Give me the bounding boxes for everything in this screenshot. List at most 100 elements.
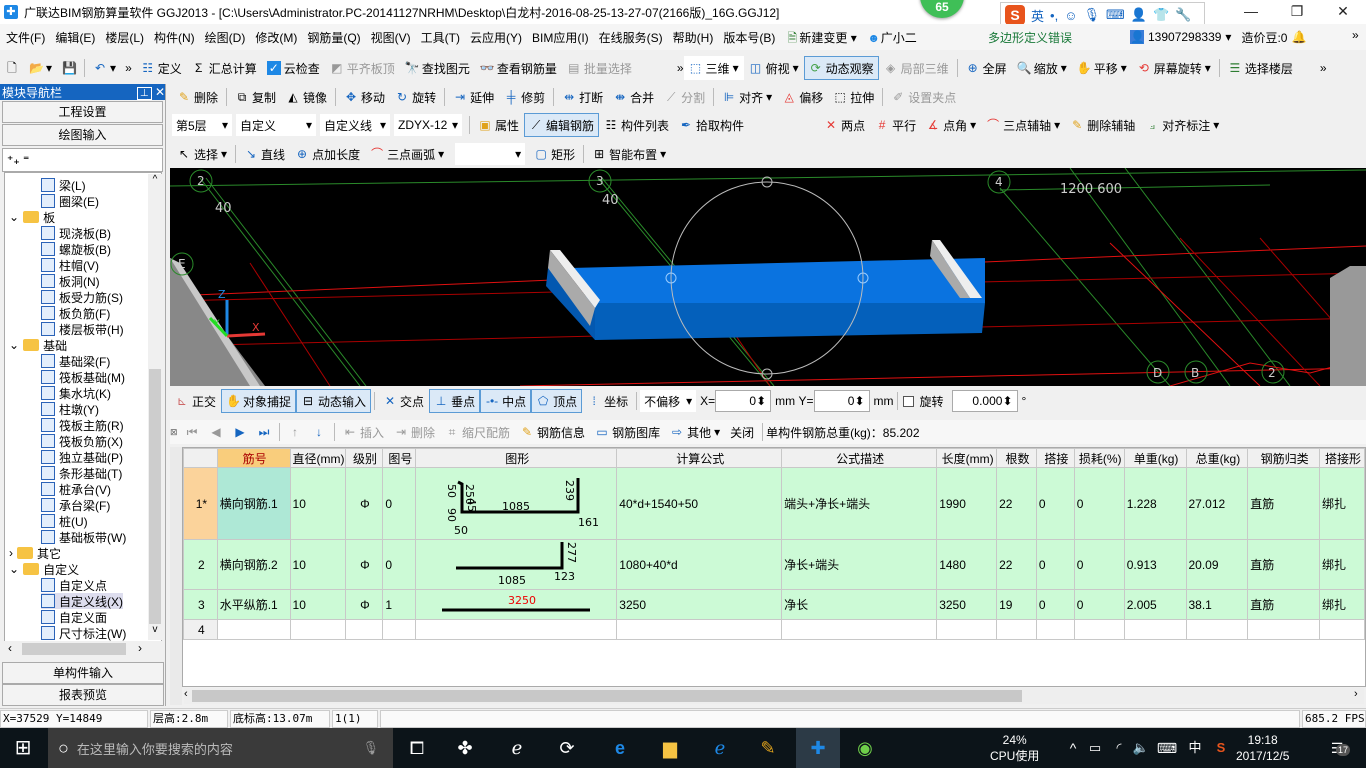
cell-lap-type[interactable]: 绑扎 xyxy=(1319,539,1365,590)
cell-loss[interactable] xyxy=(1073,619,1125,640)
next-record-button[interactable]: ▶ xyxy=(228,420,252,444)
cell-formula[interactable]: 3250 xyxy=(616,589,783,620)
cell-desc[interactable]: 净长 xyxy=(781,589,938,620)
cell-unit-w[interactable]: 1.228 xyxy=(1123,467,1187,540)
tree-folder[interactable]: › 其它 xyxy=(9,545,61,561)
row-number[interactable]: 4 xyxy=(183,619,218,640)
coordinate-snap[interactable]: ⁞ 坐标 xyxy=(582,389,633,413)
project-settings-button[interactable]: 工程设置 xyxy=(2,101,163,123)
menu-assistant[interactable]: ☻广小二 xyxy=(867,29,916,46)
column-header[interactable]: 筋号 xyxy=(216,448,291,468)
floor-select[interactable]: 第5层 ▾ xyxy=(172,114,232,136)
pick-component-button[interactable]: ✒ 拾取构件 xyxy=(674,113,749,137)
cell-loss[interactable]: 0 xyxy=(1073,589,1125,620)
cell-total-w[interactable] xyxy=(1185,619,1249,640)
tree-item[interactable]: 筏板负筋(X) xyxy=(41,433,123,449)
tree-folder[interactable]: ⌄ 基础 xyxy=(9,337,67,353)
cell-lap[interactable] xyxy=(1035,619,1075,640)
table-row[interactable]: 3 水平纵筋.1 10 Φ 1 3250 3250 净长 3250 19 0 0 2.005 38.1 直筋… xyxy=(183,589,1365,620)
cell-fig[interactable]: 0 xyxy=(382,539,417,590)
wall-right[interactable] xyxy=(1330,266,1366,386)
cell-grade[interactable]: Φ xyxy=(344,589,384,620)
menu-view[interactable]: 视图(V) xyxy=(371,29,411,46)
rebar-info-button[interactable]: ✎ 钢筋信息 xyxy=(515,420,590,444)
summary-calc-button[interactable]: Σ 汇总计算 xyxy=(187,56,262,80)
cell-len[interactable]: 3250 xyxy=(936,589,998,620)
cell-lap-type[interactable] xyxy=(1319,619,1365,640)
3d-button[interactable]: ⬚ 三维 ▾ xyxy=(683,56,744,80)
rectangle-button[interactable]: ▢ 矩形 xyxy=(529,142,580,166)
three-point-axis-button[interactable]: ⌒ 三点辅轴 ▾ xyxy=(981,113,1065,137)
dynamic-input-toggle[interactable]: ⊟ 动态输入 xyxy=(296,389,372,413)
y-input[interactable]: 0 ⬍ xyxy=(813,390,870,412)
slab-front[interactable] xyxy=(595,303,985,340)
align-dim-button[interactable]: ⟓ 对齐标注 ▾ xyxy=(1140,113,1224,137)
column-header[interactable]: 公式描述 xyxy=(781,448,938,468)
cell-shape[interactable] xyxy=(415,619,618,640)
offset-mode-select[interactable]: 不偏移 ▾ xyxy=(640,390,697,412)
cell-len[interactable]: 1480 xyxy=(936,539,998,590)
align-button[interactable]: ⊫ 对齐 ▾ xyxy=(717,85,777,109)
tree-hscrollbar[interactable]: ‹ › xyxy=(4,641,162,657)
arc-option-select[interactable]: ▾ xyxy=(455,143,526,165)
close-button[interactable]: ✕ xyxy=(1320,0,1366,24)
scroll-left-icon[interactable]: ‹ xyxy=(8,641,12,655)
panel-close-icon[interactable]: ⊠ xyxy=(170,427,180,438)
collapse-icon[interactable]: ⌄ xyxy=(9,210,19,224)
scroll-left-icon[interactable]: ‹ xyxy=(184,688,188,700)
cell-total-w[interactable]: 20.09 xyxy=(1185,539,1249,590)
ime-lang[interactable]: 英 xyxy=(1031,6,1044,25)
expand-all-icon[interactable]: ⁺₊ xyxy=(7,153,20,167)
maximize-button[interactable]: ❐ xyxy=(1274,0,1320,24)
cell-fig[interactable]: 0 xyxy=(382,467,417,540)
file-explorer-icon[interactable]: ▆ xyxy=(655,734,685,762)
column-header[interactable]: 总重(kg) xyxy=(1185,448,1249,468)
tree-folder[interactable]: ⌄ 板 xyxy=(9,209,55,225)
tree-item[interactable]: 板负筋(F) xyxy=(41,305,110,321)
grid-hscrollbar[interactable]: ‹ › xyxy=(184,688,1364,704)
tree-item[interactable]: 楼层板带(H) xyxy=(41,321,124,337)
drawing-input-button[interactable]: 绘图输入 xyxy=(2,124,163,146)
row-number[interactable]: 1* xyxy=(183,467,218,540)
cell-desc[interactable]: 净长+端头 xyxy=(781,539,938,590)
scroll-up-icon[interactable]: ^ xyxy=(148,174,162,185)
menu-bim[interactable]: BIM应用(I) xyxy=(532,29,589,46)
menu-draw[interactable]: 绘图(D) xyxy=(205,29,246,46)
overflow-chevron-icon[interactable]: » xyxy=(1352,28,1359,42)
bell-icon[interactable]: 🔔 xyxy=(1291,30,1306,44)
cell-count[interactable]: 22 xyxy=(996,467,1037,540)
cell-formula[interactable]: 40*d+1540+50 xyxy=(616,467,783,540)
user-account[interactable]: 👤 13907298339 ▾ 造价豆:0 🔔 xyxy=(1130,29,1306,46)
cell-desc[interactable] xyxy=(781,619,938,640)
delete-button[interactable]: ✎ 删除 xyxy=(172,85,223,109)
rotate-button[interactable]: ↻ 旋转 xyxy=(390,85,441,109)
tree-item[interactable]: 筏板基础(M) xyxy=(41,369,125,385)
properties-button[interactable]: ▣ 属性 xyxy=(473,113,524,137)
orbit-button[interactable]: ⟳ 动态观察 xyxy=(803,56,879,80)
cell-shape[interactable]: 50 90 250 45 1085 239 161 50 xyxy=(415,467,618,540)
minimize-button[interactable]: — xyxy=(1228,0,1274,24)
column-header[interactable]: 根数 xyxy=(996,448,1037,468)
tree-item[interactable]: 承台梁(F) xyxy=(41,497,110,513)
column-header[interactable]: 图形 xyxy=(415,448,618,468)
first-record-button[interactable]: ⏮ xyxy=(180,420,204,444)
pin-icon[interactable]: ⊥ xyxy=(136,87,152,100)
rebar-library-button[interactable]: ▭ 钢筋图库 xyxy=(590,420,665,444)
row-number[interactable]: 3 xyxy=(183,589,218,620)
tree-item[interactable]: 集水坑(K) xyxy=(41,385,111,401)
offset-button[interactable]: ◬ 偏移 xyxy=(777,85,828,109)
set-grip-button[interactable]: ✐ 设置夹点 xyxy=(886,85,961,109)
punct-icon[interactable]: •, xyxy=(1050,8,1058,23)
swirl-app-icon[interactable]: ⟳ xyxy=(552,734,582,762)
last-record-button[interactable]: ⏭ xyxy=(252,420,276,444)
point-angle-button[interactable]: ∡ 点角 ▾ xyxy=(921,113,981,137)
open-file-button[interactable]: 📂 ▾ xyxy=(24,56,57,80)
cell-fig[interactable]: 1 xyxy=(382,589,417,620)
user-icon[interactable]: 👤 xyxy=(1131,7,1147,23)
menu-tools[interactable]: 工具(T) xyxy=(421,29,460,46)
two-point-axis-button[interactable]: ✕ 两点 xyxy=(819,113,870,137)
viewport-canvas[interactable]: 2 3 4 E D B 2 40 40 1200 600 Z Y X xyxy=(170,168,1366,386)
column-header[interactable]: 单重(kg) xyxy=(1123,448,1187,468)
tree-item[interactable]: 圈梁(E) xyxy=(41,193,99,209)
menu-file[interactable]: 文件(F) xyxy=(6,29,45,46)
